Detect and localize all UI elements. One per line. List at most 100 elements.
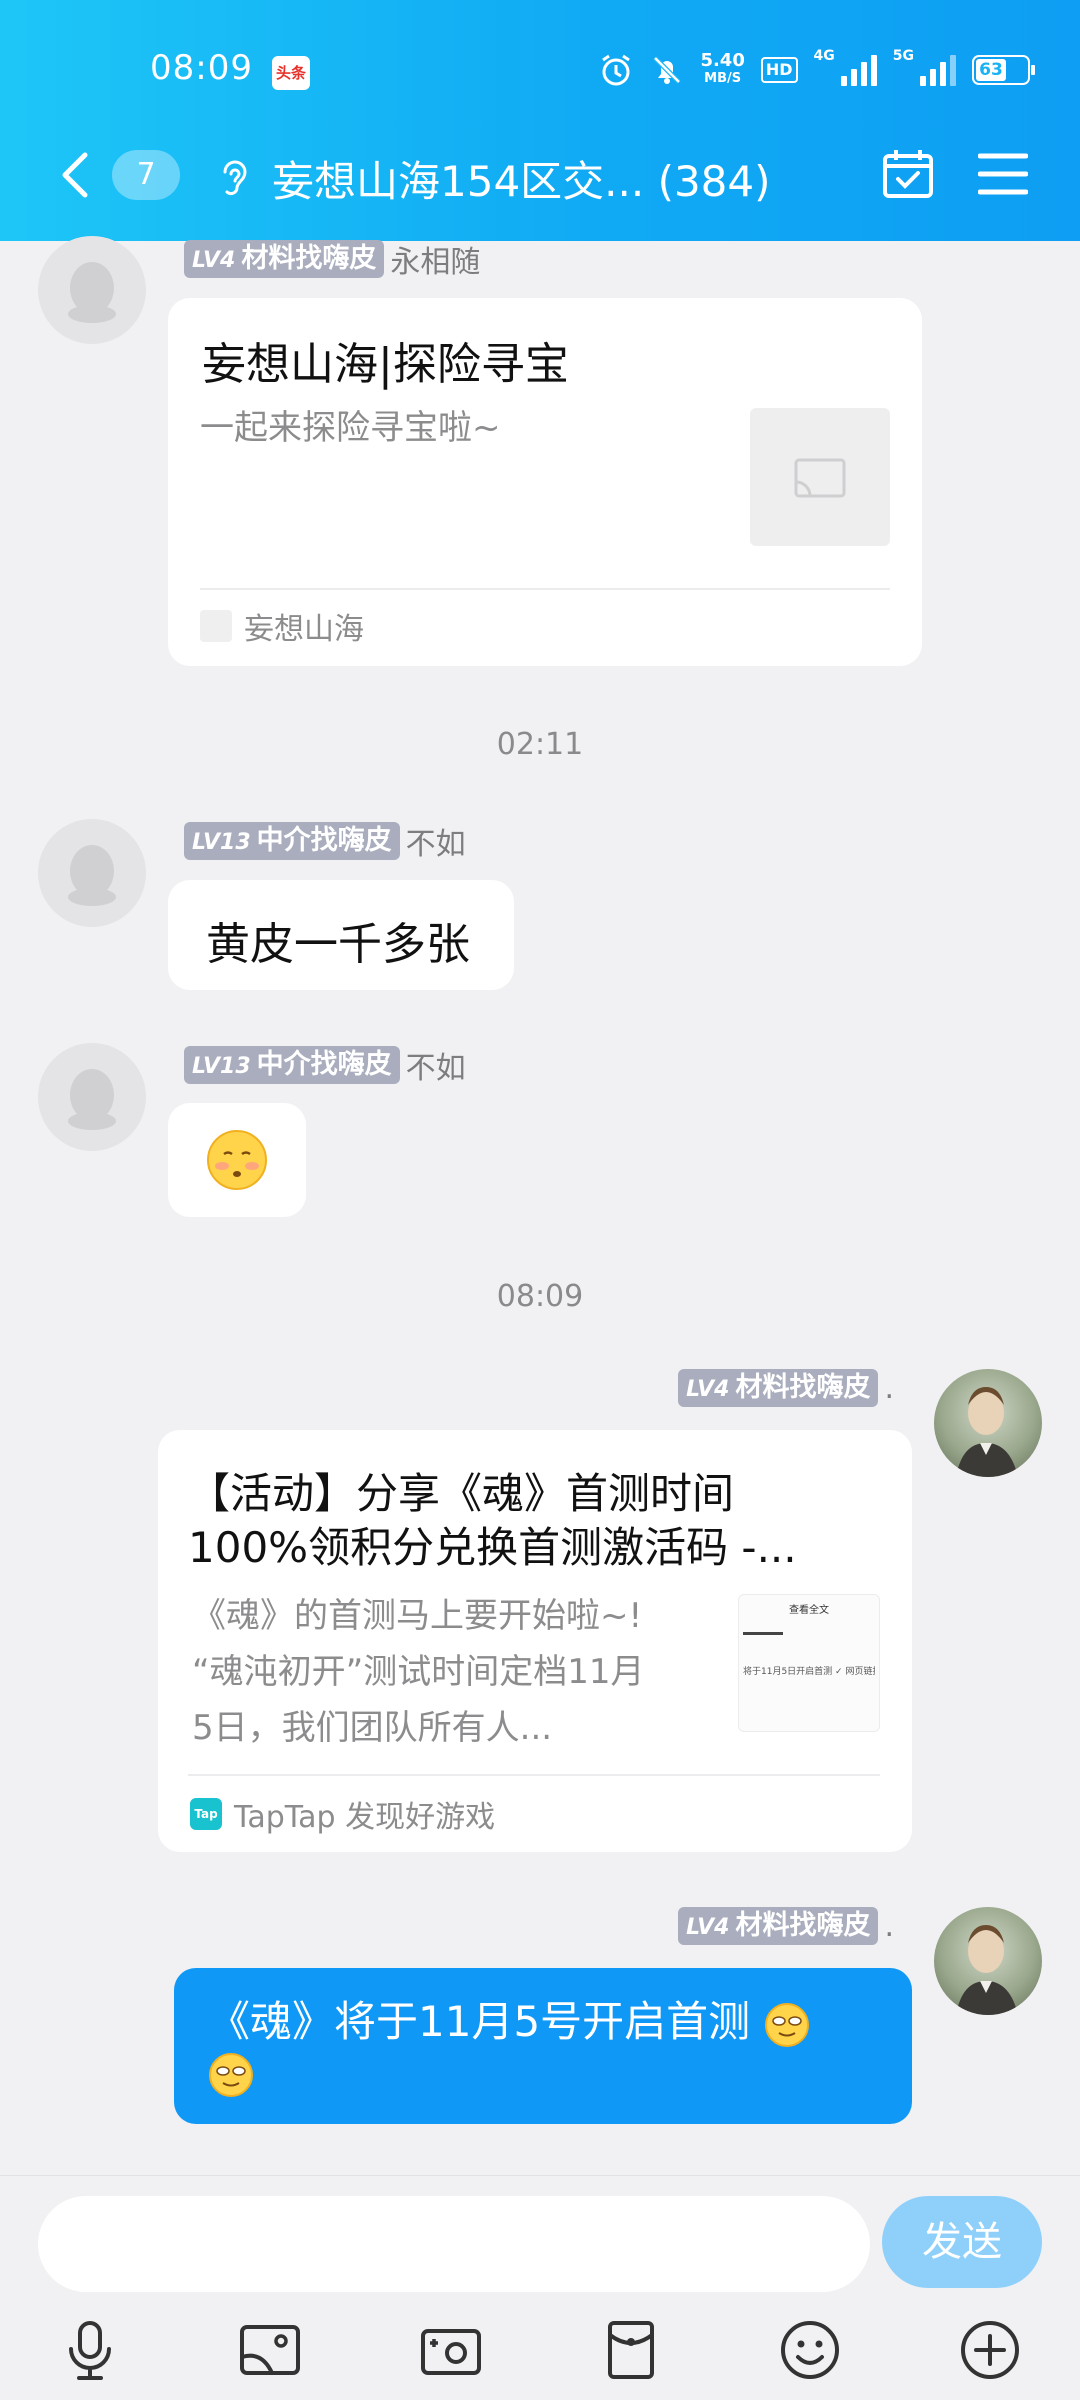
red-packet-icon[interactable] <box>598 2317 664 2383</box>
card-source-label: 妄想山海 <box>244 612 364 647</box>
toutiao-app-icon: 头条 <box>272 56 310 90</box>
alarm-icon <box>602 54 631 86</box>
shared-card[interactable]: 【活动】分享《魂》首测时间 100%领积分兑换首测激活码 -... 《魂》的首测… <box>158 1430 912 1852</box>
smirk-emoji-icon <box>209 2053 253 2097</box>
hd-icon: HD <box>760 57 798 83</box>
level-tag-title: 材料找嗨皮 <box>241 243 377 274</box>
sender-meta: LV13 中介找嗨皮 不如 <box>184 1043 466 1087</box>
user-photo-avatar <box>956 1387 1018 1477</box>
sender-name: 永相随 <box>390 245 481 280</box>
avatar[interactable] <box>38 819 146 927</box>
signal-5g-icon <box>920 54 956 86</box>
thumb-text-lines <box>743 1632 783 1650</box>
net-speed: 5.40 MB/S <box>700 52 744 88</box>
level-tag-lv: LV13 <box>192 1054 251 1079</box>
message-text: 黄皮一千多张 <box>206 919 470 970</box>
avatar[interactable] <box>934 1907 1042 2015</box>
group-title[interactable]: 妄想山海154区交... (384) <box>272 148 771 209</box>
divider <box>188 1774 880 1776</box>
level-tag: LV4 材料找嗨皮 <box>678 1907 879 1945</box>
bottom-toolbar <box>0 2295 1080 2400</box>
sender-meta: LV4 材料找嗨皮 . <box>678 1907 894 1945</box>
avatar[interactable] <box>38 1043 146 1151</box>
ear-icon[interactable] <box>215 156 255 200</box>
calendar-check-icon[interactable] <box>880 146 936 202</box>
level-tag-lv: LV13 <box>192 830 251 855</box>
camera-icon[interactable] <box>418 2317 484 2383</box>
avatar[interactable] <box>38 236 146 344</box>
level-tag-lv: LV4 <box>686 1915 730 1940</box>
status-time: 08:09 <box>150 48 253 88</box>
penguin-icon <box>68 845 116 906</box>
signal-4g-icon <box>840 54 877 86</box>
image-icon[interactable] <box>237 2317 303 2383</box>
card-thumbnail: 查看全文 将于11月5日开启首测 ✓ 网页链接 <box>738 1594 880 1732</box>
taptap-icon: Tap <box>190 1798 222 1830</box>
sender-name: . <box>884 1908 894 1944</box>
battery-icon: 63 <box>972 55 1035 85</box>
thumb-text: 将于11月5日开启首测 ✓ 网页链接 <box>743 1667 875 1677</box>
mute-bell-icon <box>653 56 682 84</box>
timestamp: 02:11 <box>496 727 584 762</box>
card-desc-line3: 5日，我们团队所有人... <box>192 1708 553 1748</box>
input-bar: 发送 <box>0 2175 1080 2295</box>
back-arrow-icon[interactable] <box>55 150 95 200</box>
microphone-icon[interactable] <box>57 2317 123 2383</box>
level-tag-lv: LV4 <box>192 248 236 273</box>
level-tag-title: 材料找嗨皮 <box>735 1372 871 1403</box>
level-tag: LV13 中介找嗨皮 <box>184 822 400 860</box>
send-button[interactable]: 发送 <box>882 2196 1042 2288</box>
sender-meta: LV4 材料找嗨皮 永相随 <box>184 237 480 281</box>
emoji-icon[interactable] <box>777 2317 843 2383</box>
level-tag: LV4 材料找嗨皮 <box>678 1369 879 1407</box>
net-speed-unit: MB/S <box>704 71 742 86</box>
card-source: Tap TapTap 发现好游戏 <box>190 1792 495 1836</box>
card-source-label: TapTap 发现好游戏 <box>234 1800 496 1835</box>
card-title: 妄想山海|探险寻宝 <box>202 339 569 390</box>
card-source: 妄想山海 <box>200 604 364 648</box>
card-description: 一起来探险寻宝啦~ <box>200 408 501 448</box>
message-bubble[interactable] <box>168 1103 306 1217</box>
sender-meta: LV4 材料找嗨皮 . <box>678 1369 894 1407</box>
sender-name: 不如 <box>405 827 466 862</box>
shared-card[interactable]: 妄想山海|探险寻宝 一起来探险寻宝啦~ 妄想山海 <box>168 298 922 666</box>
sender-meta: LV13 中介找嗨皮 不如 <box>184 819 466 863</box>
message-input[interactable] <box>38 2196 870 2292</box>
level-tag: LV13 中介找嗨皮 <box>184 1046 400 1084</box>
battery-level: 63 <box>976 59 1006 81</box>
net-speed-value: 5.40 <box>700 50 745 71</box>
sender-name: . <box>884 1370 894 1406</box>
sig1-label: 4G <box>813 48 835 64</box>
status-bar: 08:09 头条 5.40 MB/S HD 4G 5G 63 <box>0 0 1080 130</box>
card-desc-line2: “魂沌初开”测试时间定档11月 <box>192 1652 645 1692</box>
image-placeholder-icon <box>794 458 846 498</box>
card-title-line2: 100%领积分兑换首测激活码 -... <box>188 1523 797 1572</box>
status-icons: 5.40 MB/S HD 4G 5G 63 <box>598 48 1035 92</box>
user-photo-avatar <box>956 1925 1018 2015</box>
unread-count-badge[interactable]: 7 <box>112 150 180 200</box>
card-description: 《魂》的首测马上要开始啦~! “魂沌初开”测试时间定档11月 5日，我们团队所有… <box>192 1588 712 1756</box>
level-tag-title: 中介找嗨皮 <box>256 825 392 856</box>
thumb-header: 查看全文 <box>789 1605 829 1616</box>
card-desc-line1: 《魂》的首测马上要开始啦~! <box>192 1596 643 1636</box>
sig2-label: 5G <box>892 48 914 64</box>
level-tag-lv: LV4 <box>686 1377 730 1402</box>
source-app-icon <box>200 610 232 642</box>
smirk-emoji-icon <box>764 2002 809 2047</box>
message-text-row: 《魂》将于11月5号开启首测 <box>208 1988 810 2049</box>
avatar[interactable] <box>934 1369 1042 1477</box>
header: 08:09 头条 5.40 MB/S HD 4G 5G 63 7 妄想山海154区… <box>0 0 1080 241</box>
menu-icon[interactable] <box>978 152 1028 196</box>
message-text: 《魂》将于11月5号开启首测 <box>208 1997 751 2046</box>
sent-message-bubble[interactable]: 《魂》将于11月5号开启首测 <box>174 1968 912 2124</box>
nav-bar: 7 妄想山海154区交... (384) <box>0 130 1080 241</box>
level-tag-title: 中介找嗨皮 <box>256 1049 392 1080</box>
level-tag-title: 材料找嗨皮 <box>735 1910 871 1941</box>
plus-icon[interactable] <box>957 2317 1023 2383</box>
card-thumbnail <box>750 408 890 546</box>
level-tag: LV4 材料找嗨皮 <box>184 240 385 278</box>
sender-name: 不如 <box>405 1051 466 1086</box>
message-bubble[interactable]: 黄皮一千多张 <box>168 880 514 990</box>
blushing-emoji-icon <box>207 1130 267 1190</box>
penguin-icon <box>68 262 116 323</box>
